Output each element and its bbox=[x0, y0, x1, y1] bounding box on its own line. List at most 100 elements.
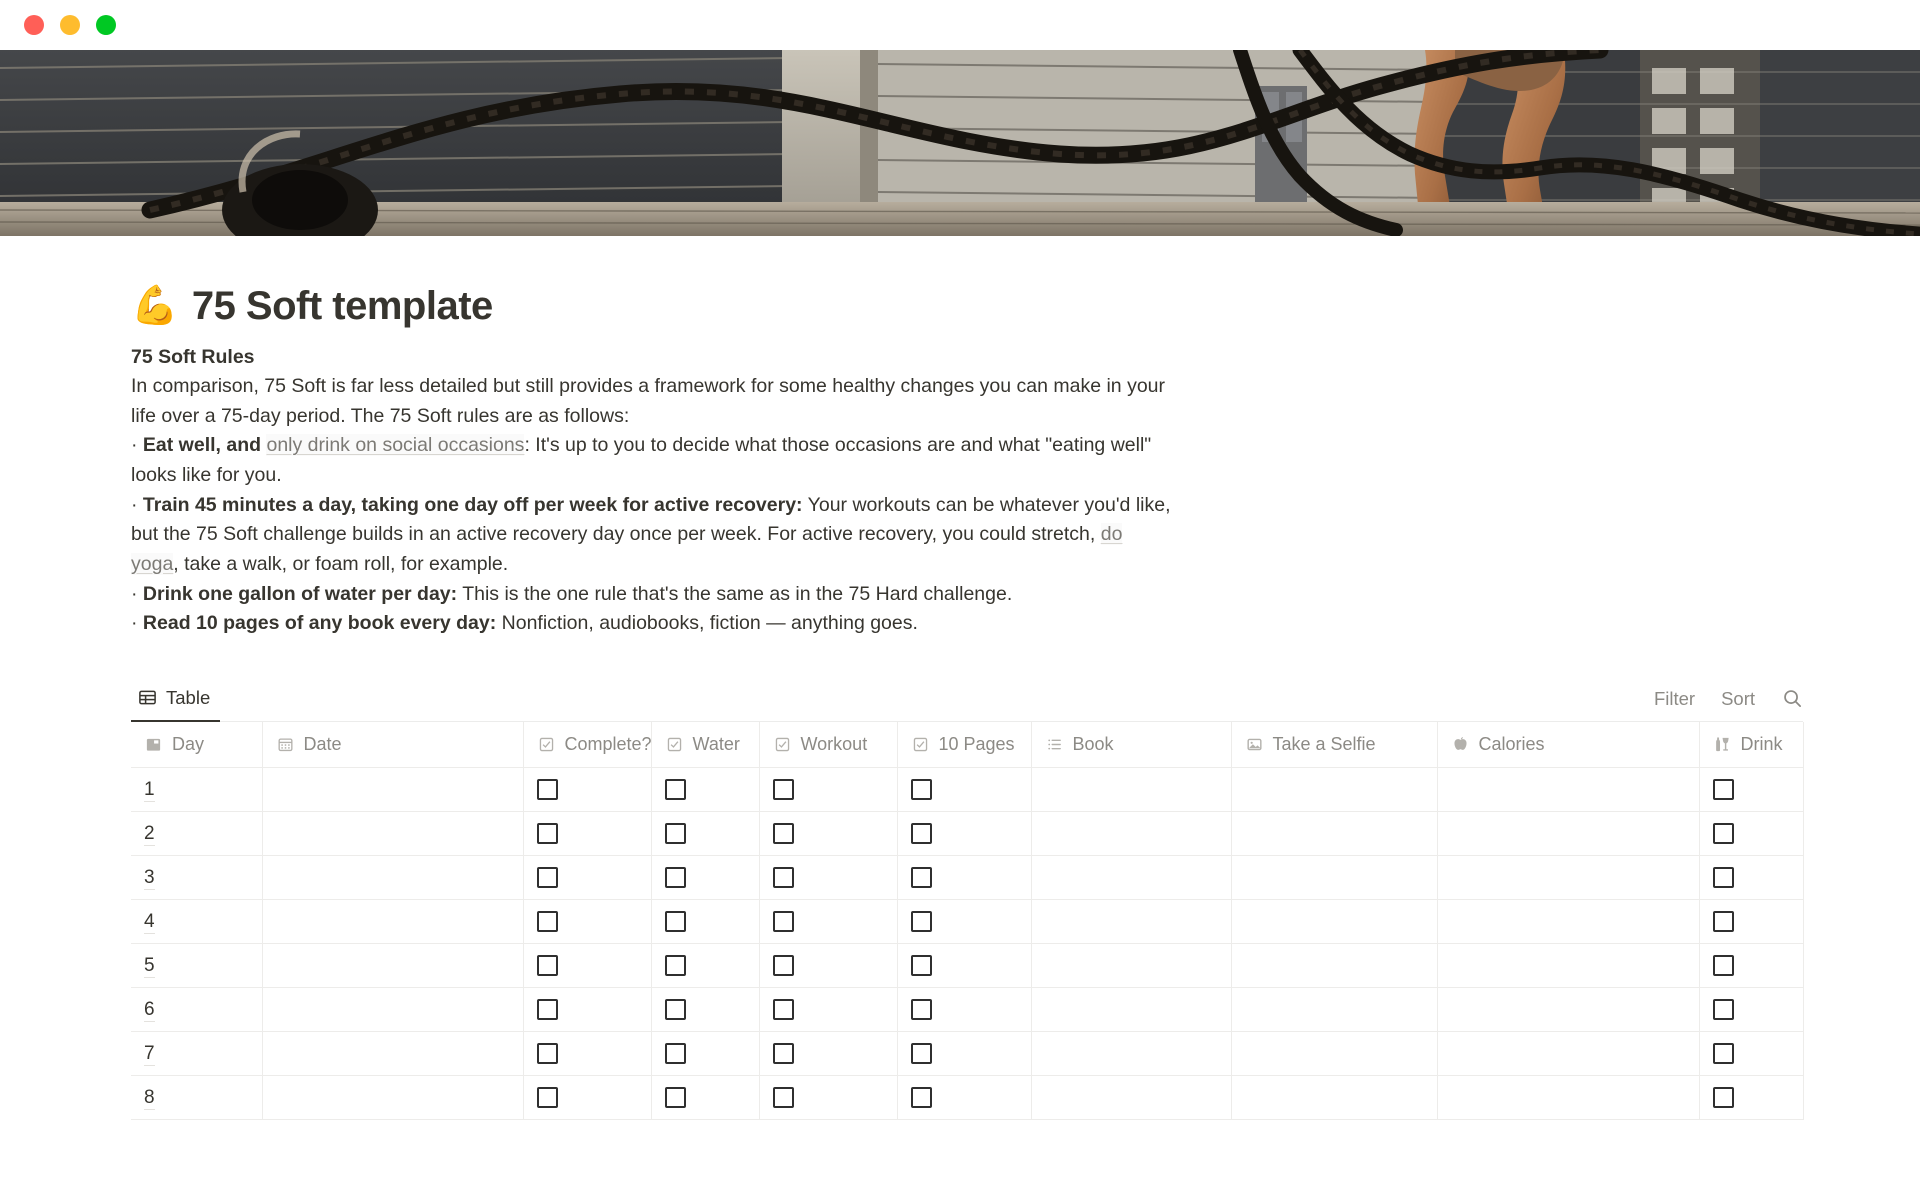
cell-water[interactable] bbox=[651, 1075, 760, 1121]
cell-10-pages[interactable] bbox=[897, 811, 1032, 857]
cell-workout[interactable] bbox=[759, 855, 898, 901]
sort-button[interactable]: Sort bbox=[1721, 688, 1755, 710]
cell-10-pages[interactable] bbox=[897, 943, 1032, 989]
table-row[interactable]: 5 bbox=[131, 943, 1804, 989]
cell-take-a-selfie[interactable] bbox=[1231, 1031, 1438, 1077]
checkbox-complete[interactable] bbox=[536, 823, 558, 845]
checkbox-water[interactable] bbox=[664, 911, 686, 933]
checkbox-workout[interactable] bbox=[772, 1087, 794, 1109]
checkbox-complete[interactable] bbox=[536, 999, 558, 1021]
cell-water[interactable] bbox=[651, 811, 760, 857]
cell-date[interactable] bbox=[262, 767, 524, 813]
checkbox-workout[interactable] bbox=[772, 1043, 794, 1065]
checkbox-workout[interactable] bbox=[772, 823, 794, 845]
table-row[interactable]: 1 bbox=[131, 767, 1804, 813]
cell-water[interactable] bbox=[651, 943, 760, 989]
table-row[interactable]: 8 bbox=[131, 1075, 1804, 1121]
cell-workout[interactable] bbox=[759, 899, 898, 945]
cell-water[interactable] bbox=[651, 899, 760, 945]
cell-drink[interactable] bbox=[1699, 943, 1804, 989]
cell-workout[interactable] bbox=[759, 1075, 898, 1121]
cell-10-pages[interactable] bbox=[897, 855, 1032, 901]
cell-calories[interactable] bbox=[1437, 1075, 1700, 1121]
cell-book[interactable] bbox=[1031, 1031, 1232, 1077]
cell-calories[interactable] bbox=[1437, 987, 1700, 1033]
column-header-calories[interactable]: Calories bbox=[1437, 721, 1700, 769]
cell-workout[interactable] bbox=[759, 767, 898, 813]
checkbox-drink[interactable] bbox=[1712, 823, 1734, 845]
cell-date[interactable] bbox=[262, 1031, 524, 1077]
cell-drink[interactable] bbox=[1699, 811, 1804, 857]
cell-book[interactable] bbox=[1031, 987, 1232, 1033]
checkbox-drink[interactable] bbox=[1712, 1087, 1734, 1109]
checkbox-drink[interactable] bbox=[1712, 867, 1734, 889]
column-header-book[interactable]: Book bbox=[1031, 721, 1232, 769]
cell-water[interactable] bbox=[651, 987, 760, 1033]
minimize-button[interactable] bbox=[60, 15, 80, 35]
cell-day[interactable]: 7 bbox=[131, 1031, 263, 1077]
checkbox-drink[interactable] bbox=[1712, 779, 1734, 801]
checkbox-workout[interactable] bbox=[772, 867, 794, 889]
cell-drink[interactable] bbox=[1699, 767, 1804, 813]
cell-take-a-selfie[interactable] bbox=[1231, 899, 1438, 945]
cell-workout[interactable] bbox=[759, 811, 898, 857]
table-row[interactable]: 7 bbox=[131, 1031, 1804, 1077]
checkbox-water[interactable] bbox=[664, 1087, 686, 1109]
cell-water[interactable] bbox=[651, 1031, 760, 1077]
column-header-water[interactable]: Water bbox=[651, 721, 760, 769]
checkbox-10-pages[interactable] bbox=[910, 1087, 932, 1109]
cell-workout[interactable] bbox=[759, 987, 898, 1033]
column-header-drink[interactable]: Drink bbox=[1699, 721, 1804, 769]
cell-calories[interactable] bbox=[1437, 767, 1700, 813]
cell-day[interactable]: 2 bbox=[131, 811, 263, 857]
cell-complete[interactable] bbox=[523, 855, 652, 901]
cell-10-pages[interactable] bbox=[897, 987, 1032, 1033]
cell-drink[interactable] bbox=[1699, 899, 1804, 945]
checkbox-water[interactable] bbox=[664, 1043, 686, 1065]
cell-take-a-selfie[interactable] bbox=[1231, 987, 1438, 1033]
cell-water[interactable] bbox=[651, 855, 760, 901]
filter-button[interactable]: Filter bbox=[1654, 688, 1695, 710]
checkbox-10-pages[interactable] bbox=[910, 867, 932, 889]
cell-calories[interactable] bbox=[1437, 943, 1700, 989]
column-header-date[interactable]: Date bbox=[262, 721, 524, 769]
cell-drink[interactable] bbox=[1699, 855, 1804, 901]
checkbox-drink[interactable] bbox=[1712, 999, 1734, 1021]
cell-complete[interactable] bbox=[523, 1031, 652, 1077]
column-header-complete[interactable]: Complete? bbox=[523, 721, 652, 769]
cell-day[interactable]: 3 bbox=[131, 855, 263, 901]
checkbox-workout[interactable] bbox=[772, 999, 794, 1021]
cell-drink[interactable] bbox=[1699, 1031, 1804, 1077]
cell-10-pages[interactable] bbox=[897, 899, 1032, 945]
checkbox-10-pages[interactable] bbox=[910, 911, 932, 933]
cell-book[interactable] bbox=[1031, 899, 1232, 945]
cell-calories[interactable] bbox=[1437, 1031, 1700, 1077]
cell-day[interactable]: 5 bbox=[131, 943, 263, 989]
column-header-workout[interactable]: Workout bbox=[759, 721, 898, 769]
close-button[interactable] bbox=[24, 15, 44, 35]
cell-date[interactable] bbox=[262, 987, 524, 1033]
search-icon[interactable] bbox=[1781, 688, 1803, 710]
checkbox-complete[interactable] bbox=[536, 955, 558, 977]
cell-take-a-selfie[interactable] bbox=[1231, 767, 1438, 813]
cell-10-pages[interactable] bbox=[897, 1075, 1032, 1121]
social-occasions-link[interactable]: only drink on social occasions bbox=[266, 434, 524, 456]
checkbox-workout[interactable] bbox=[772, 911, 794, 933]
cell-book[interactable] bbox=[1031, 767, 1232, 813]
checkbox-water[interactable] bbox=[664, 867, 686, 889]
cell-workout[interactable] bbox=[759, 1031, 898, 1077]
cell-date[interactable] bbox=[262, 855, 524, 901]
cell-book[interactable] bbox=[1031, 855, 1232, 901]
checkbox-complete[interactable] bbox=[536, 867, 558, 889]
checkbox-drink[interactable] bbox=[1712, 1043, 1734, 1065]
cell-day[interactable]: 6 bbox=[131, 987, 263, 1033]
column-header-day[interactable]: Day bbox=[131, 721, 263, 769]
cell-complete[interactable] bbox=[523, 811, 652, 857]
checkbox-10-pages[interactable] bbox=[910, 1043, 932, 1065]
cell-day[interactable]: 8 bbox=[131, 1075, 263, 1121]
cell-calories[interactable] bbox=[1437, 811, 1700, 857]
cell-book[interactable] bbox=[1031, 811, 1232, 857]
cell-calories[interactable] bbox=[1437, 855, 1700, 901]
table-row[interactable]: 4 bbox=[131, 899, 1804, 945]
checkbox-complete[interactable] bbox=[536, 1043, 558, 1065]
